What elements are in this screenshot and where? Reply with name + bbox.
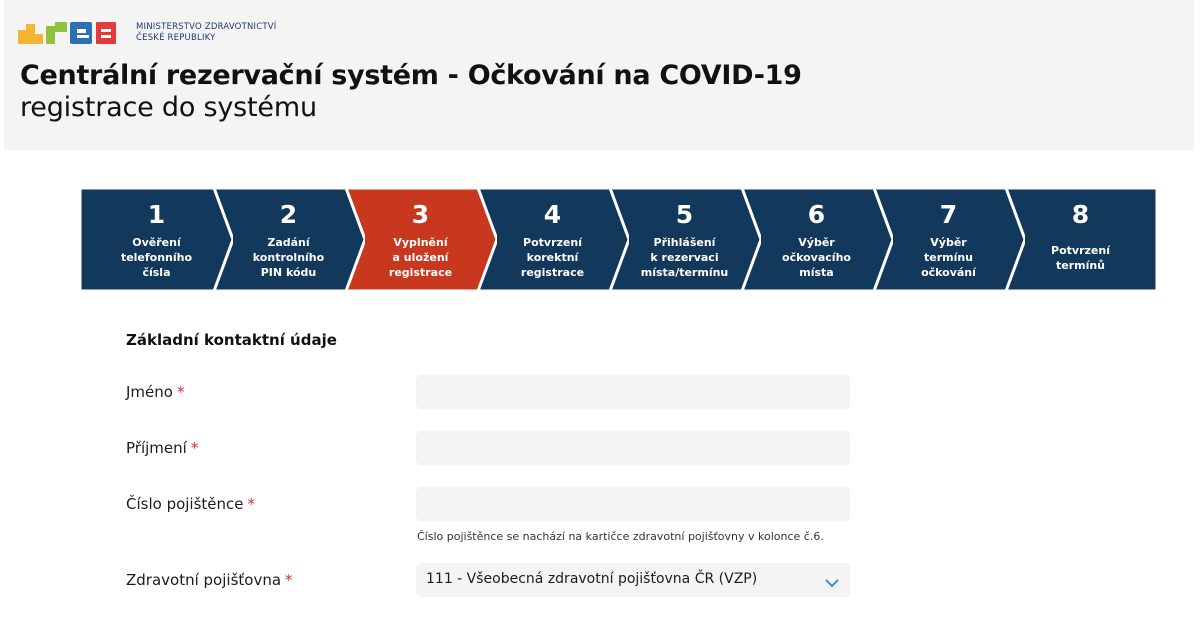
step-label: Ověření telefonního čísla bbox=[120, 236, 193, 279]
page-title: Centrální rezervační systém - Očkování n… bbox=[20, 60, 802, 91]
ministry-name-line2: ČESKÉ REPUBLIKY bbox=[136, 33, 216, 43]
insurance-number-hint: Číslo pojištěnce se nachází na kartičce … bbox=[417, 530, 824, 543]
first-name-label: Jméno * bbox=[126, 383, 184, 401]
step-number: 3 bbox=[411, 200, 430, 229]
ministry-logo bbox=[18, 20, 128, 48]
step-number: 1 bbox=[147, 200, 166, 229]
step-label: Výběr očkovacího místa bbox=[782, 236, 851, 279]
ministry-name: MINISTERSTVO ZDRAVOTNICTVÍ ČESKÉ REPUBLI… bbox=[136, 22, 276, 44]
page-subtitle: registrace do systému bbox=[20, 92, 317, 123]
insurance-number-label: Číslo pojištěnce * bbox=[126, 495, 255, 513]
chevron-down-icon bbox=[824, 574, 840, 593]
step-2: 2 Zadání kontrolního PIN kódu bbox=[212, 188, 365, 291]
step-number: 4 bbox=[543, 200, 562, 229]
step-number: 2 bbox=[279, 200, 298, 229]
step-label: Vyplnění a uložení registrace bbox=[388, 236, 453, 279]
step-6: 6 Výběr očkovacího místa bbox=[740, 188, 893, 291]
step-5: 5 Přihlášení k rezervaci místa/termínu bbox=[608, 188, 761, 291]
step-3: 3 Vyplnění a uložení registrace bbox=[344, 188, 497, 291]
last-name-label: Příjmení * bbox=[126, 439, 198, 457]
step-8: 8 Potvrzení termínů bbox=[1004, 188, 1157, 291]
step-1: 1 Ověření telefonního čísla bbox=[80, 188, 233, 291]
insurer-label-text: Zdravotní pojišťovna bbox=[126, 571, 282, 589]
step-7: 7 Výběr termínu očkování bbox=[872, 188, 1025, 291]
insurer-label: Zdravotní pojišťovna * bbox=[126, 571, 293, 589]
step-4: 4 Potvrzení korektní registrace bbox=[476, 188, 629, 291]
step-number: 5 bbox=[675, 200, 694, 229]
insurer-select[interactable]: 111 - Všeobecná zdravotní pojišťovna ČR … bbox=[416, 563, 850, 597]
required-mark: * bbox=[247, 495, 256, 513]
first-name-label-text: Jméno bbox=[126, 383, 173, 401]
step-number: 7 bbox=[939, 200, 958, 229]
last-name-input[interactable] bbox=[416, 431, 850, 465]
first-name-input[interactable] bbox=[416, 375, 850, 409]
required-mark: * bbox=[285, 571, 293, 589]
step-number: 8 bbox=[1071, 200, 1090, 229]
required-mark: * bbox=[176, 383, 185, 401]
step-number: 6 bbox=[807, 200, 826, 229]
page-header: MINISTERSTVO ZDRAVOTNICTVÍ ČESKÉ REPUBLI… bbox=[4, 0, 1194, 150]
step-label: Zadání kontrolního PIN kódu bbox=[252, 236, 325, 279]
insurance-number-label-text: Číslo pojištěnce bbox=[126, 495, 244, 513]
step-label: Potvrzení termínů bbox=[1051, 244, 1110, 272]
step-label: Přihlášení k rezervaci místa/termínu bbox=[640, 236, 729, 279]
form-heading: Základní kontaktní údaje bbox=[126, 331, 337, 349]
insurance-number-input[interactable] bbox=[416, 487, 850, 521]
required-mark: * bbox=[190, 439, 199, 457]
last-name-label-text: Příjmení bbox=[126, 439, 187, 457]
registration-stepper: 1 Ověření telefonního čísla 2 Zadání kontro… bbox=[80, 188, 1163, 291]
step-label: Potvrzení korektní registrace bbox=[520, 236, 585, 279]
ministry-name-line1: MINISTERSTVO ZDRAVOTNICTVÍ bbox=[136, 22, 277, 32]
insurer-selected-value: 111 - Všeobecná zdravotní pojišťovna ČR … bbox=[426, 571, 758, 587]
step-label: Výběr termínu očkování bbox=[921, 236, 976, 279]
